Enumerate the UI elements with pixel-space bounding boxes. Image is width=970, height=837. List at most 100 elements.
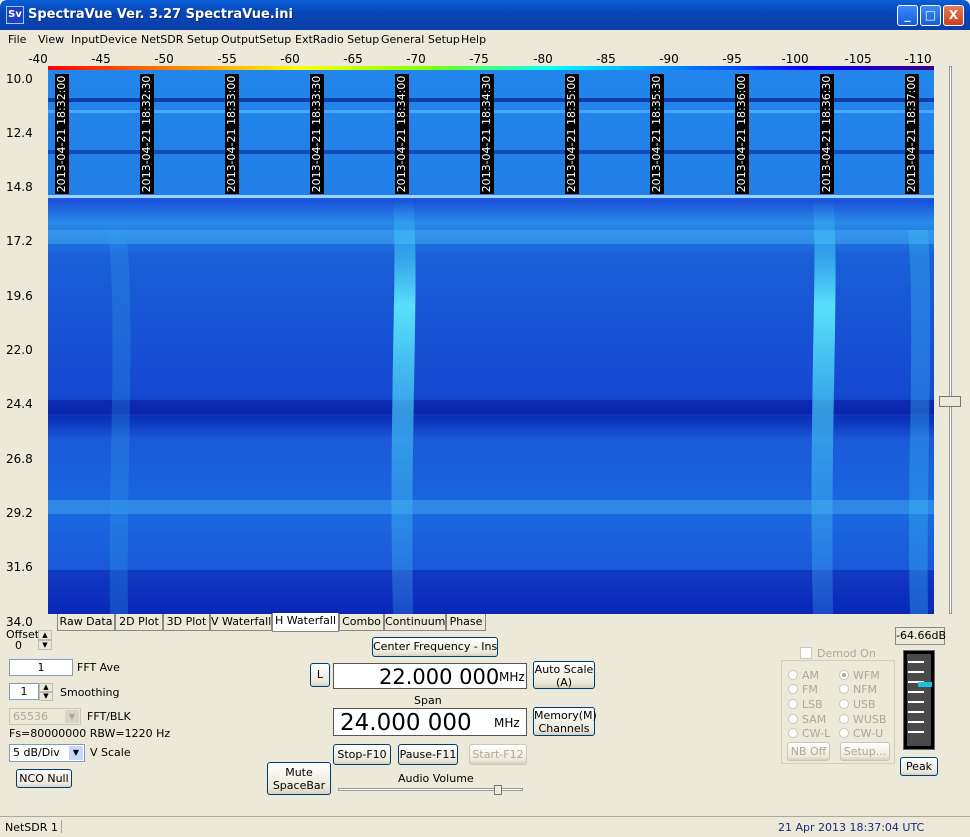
meter-tick — [908, 711, 924, 713]
waterfall-display[interactable]: 2013-04-21 18:32:00 2013-04-21 18:32:30 … — [48, 70, 934, 614]
status-datetime: 21 Apr 2013 18:37:04 UTC — [778, 821, 925, 834]
nco-null-button[interactable]: NCO Null — [16, 769, 72, 788]
demod-group: AM WFM FM NFM LSB USB SAM WUSB CW-L CW-U… — [781, 660, 895, 764]
mute-label: Mute — [285, 766, 313, 779]
amp-tick: -80 — [533, 52, 553, 66]
span-display[interactable]: 24.000 000 MHz — [333, 708, 527, 736]
radio-icon — [839, 728, 849, 738]
tab-h-waterfall[interactable]: H Waterfall — [272, 613, 339, 632]
mute-button[interactable]: Mute SpaceBar — [267, 762, 331, 795]
tab-2d-plot[interactable]: 2D Plot — [115, 614, 163, 631]
menu-extradio-setup[interactable]: ExtRadio Setup — [295, 33, 379, 46]
v-scale-select[interactable]: 5 dB/Div ▼ — [9, 744, 85, 762]
fft-blk-value: 65536 — [13, 710, 48, 723]
center-frequency-unit: MHz — [499, 670, 525, 684]
menu-netsdr-setup[interactable]: NetSDR Setup — [141, 33, 219, 46]
menu-general-setup[interactable]: General Setup — [381, 33, 460, 46]
span-label: Span — [414, 694, 442, 707]
radio-icon — [788, 714, 798, 724]
meter-tick — [908, 661, 924, 663]
offset-up-arrow-icon[interactable]: ▲ — [38, 630, 52, 640]
nb-off-button[interactable]: NB Off — [787, 742, 830, 761]
timestamp-label: 2013-04-21 18:35:30 — [650, 74, 664, 194]
radio-sam[interactable]: SAM — [788, 713, 826, 726]
amp-tick: -45 — [91, 52, 111, 66]
audio-volume-thumb[interactable] — [494, 785, 502, 795]
tab-combo[interactable]: Combo — [339, 614, 384, 631]
mute-shortcut-label: SpaceBar — [272, 779, 326, 792]
maximize-button[interactable]: □ — [920, 5, 941, 26]
amp-tick: -55 — [217, 52, 237, 66]
fft-blk-label: FFT/BLK — [87, 710, 131, 723]
smoothing-down-arrow-icon[interactable]: ▼ — [39, 692, 53, 701]
radio-selected-icon — [839, 670, 849, 680]
freq-tick: 31.6 — [6, 560, 33, 574]
menu-view[interactable]: View — [38, 33, 64, 46]
v-scale-value: 5 dB/Div — [13, 746, 60, 759]
timestamp-label: 2013-04-21 18:34:30 — [480, 74, 494, 194]
freq-tick: 26.8 — [6, 452, 33, 466]
reference-level-slider[interactable] — [937, 66, 963, 616]
audio-volume-slider[interactable] — [338, 785, 523, 797]
peak-button[interactable]: Peak — [900, 757, 938, 776]
demod-on-checkbox[interactable] — [800, 647, 812, 659]
status-bar: NetSDR 1 21 Apr 2013 18:37:04 UTC — [0, 816, 970, 837]
title-bar[interactable]: Sv SpectraVue Ver. 3.27 SpectraVue.ini _… — [0, 0, 970, 30]
center-frequency-display[interactable]: 22.000 000 MHz — [333, 663, 527, 689]
offset-down-arrow-icon[interactable]: ▼ — [38, 640, 52, 650]
timestamp-label: 2013-04-21 18:36:30 — [820, 74, 834, 194]
dropdown-arrow-icon[interactable]: ▼ — [69, 746, 83, 760]
freq-tick: 19.6 — [6, 289, 33, 303]
tab-raw-data[interactable]: Raw Data — [57, 614, 115, 631]
radio-cw-u[interactable]: CW-U — [839, 727, 883, 740]
tab-3d-plot[interactable]: 3D Plot — [163, 614, 210, 631]
start-button[interactable]: Start-F12 — [469, 744, 527, 765]
tab-continuum[interactable]: Continuum — [384, 614, 446, 631]
fft-blk-select[interactable]: 65536 ▼ — [9, 708, 81, 725]
amp-tick: -85 — [596, 52, 616, 66]
freq-tick: 17.2 — [6, 234, 33, 248]
radio-icon — [788, 684, 798, 694]
radio-icon — [839, 699, 849, 709]
tab-v-waterfall[interactable]: V Waterfall — [210, 614, 272, 631]
pause-button[interactable]: Pause-F11 — [398, 744, 458, 765]
menu-help[interactable]: Help — [461, 33, 486, 46]
auto-scale-button[interactable]: Auto Scale (A) — [533, 661, 595, 689]
fs-rbw-info: Fs=80000000 RBW=1220 Hz — [9, 727, 171, 740]
dropdown-arrow-icon[interactable]: ▼ — [65, 710, 79, 723]
close-button[interactable]: X — [943, 5, 964, 26]
menu-inputdevice[interactable]: InputDevice — [71, 33, 137, 46]
radio-wfm[interactable]: WFM — [839, 669, 880, 682]
radio-fm[interactable]: FM — [788, 683, 818, 696]
radio-am[interactable]: AM — [788, 669, 819, 682]
amp-tick: -110 — [904, 52, 932, 66]
l-button[interactable]: L — [310, 663, 330, 687]
radio-nfm[interactable]: NFM — [839, 683, 877, 696]
amp-tick: -100 — [781, 52, 809, 66]
channels-label: Channels — [538, 722, 590, 735]
radio-lsb[interactable]: LSB — [788, 698, 823, 711]
status-device: NetSDR 1 — [5, 821, 58, 834]
amp-tick: -105 — [844, 52, 872, 66]
app-icon[interactable]: Sv — [6, 6, 24, 24]
center-frequency-button[interactable]: Center Frequency - Ins — [372, 637, 498, 657]
memory-channels-button[interactable]: Memory(M) Channels — [533, 707, 597, 736]
tab-phase[interactable]: Phase — [446, 614, 486, 631]
menu-file[interactable]: File — [8, 33, 26, 46]
slider-track — [949, 66, 952, 614]
timestamp-label: 2013-04-21 18:34:00 — [395, 74, 409, 194]
menu-outputsetup[interactable]: OutputSetup — [221, 33, 291, 46]
radio-icon — [839, 684, 849, 694]
fft-ave-label: FFT Ave — [77, 661, 120, 674]
stop-button[interactable]: Stop-F10 — [333, 744, 391, 765]
smoothing-up-arrow-icon[interactable]: ▲ — [39, 683, 53, 692]
minimize-button[interactable]: _ — [897, 5, 918, 26]
slider-thumb[interactable] — [939, 396, 961, 407]
center-frequency-value: 22.000 000 — [379, 665, 500, 689]
radio-usb[interactable]: USB — [839, 698, 876, 711]
radio-wusb[interactable]: WUSB — [839, 713, 886, 726]
smoothing-input[interactable]: 1 — [9, 683, 39, 700]
setup-button[interactable]: Setup... — [840, 742, 890, 761]
radio-cw-l[interactable]: CW-L — [788, 727, 830, 740]
fft-ave-input[interactable]: 1 — [9, 659, 73, 676]
